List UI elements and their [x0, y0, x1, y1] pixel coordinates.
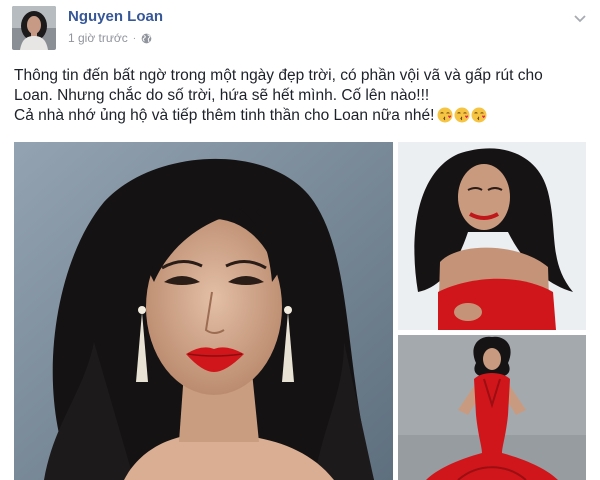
- photo-top-right[interactable]: [398, 142, 586, 330]
- post-text-line-2: Cả nhà nhớ ủng hộ và tiếp thêm tinh thần…: [14, 106, 584, 129]
- emoji-row: [437, 107, 488, 129]
- facebook-post: Nguyen Loan 1 giờ trước · Thông tin đến …: [0, 0, 600, 480]
- avatar[interactable]: [12, 6, 56, 50]
- meta-separator: ·: [132, 32, 137, 44]
- photo-main[interactable]: [14, 142, 393, 480]
- kiss-emoji-icon: [454, 107, 470, 123]
- post-text: Thông tin đến bất ngờ trong một ngày đẹp…: [14, 66, 584, 129]
- author-name[interactable]: Nguyen Loan: [68, 8, 163, 25]
- photo-bottom-right[interactable]: [398, 335, 586, 480]
- post-text-line-1: Thông tin đến bất ngờ trong một ngày đẹp…: [14, 67, 543, 104]
- post-meta: 1 giờ trước ·: [68, 31, 152, 45]
- chevron-down-icon[interactable]: [574, 10, 586, 23]
- kiss-emoji-icon: [437, 107, 453, 123]
- globe-icon[interactable]: [141, 33, 152, 44]
- timestamp[interactable]: 1 giờ trước: [68, 31, 128, 45]
- post-text-line-2-text: Cả nhà nhớ ủng hộ và tiếp thêm tinh thần…: [14, 107, 435, 124]
- kiss-emoji-icon: [471, 107, 487, 123]
